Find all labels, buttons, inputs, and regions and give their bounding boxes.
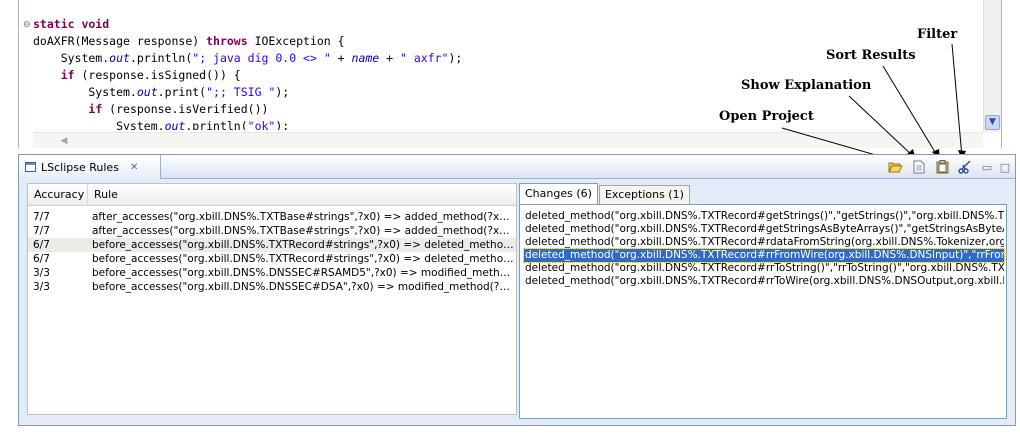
code-token: "; java dig 0.0 <> " [192, 51, 331, 65]
code-token: ); [275, 119, 290, 130]
accuracy-cell: 3/3 [33, 281, 50, 293]
code-token: ); [275, 85, 290, 99]
table-row[interactable]: 3/3 before_accesses("org.xbill.DNS%.DNSSE… [28, 280, 516, 294]
code-token: .print( [157, 85, 207, 99]
code-text[interactable]: static void doAXFR(Message response) thro… [33, 16, 981, 130]
changes-rows: deleted_method("org.xbill.DNS%.TXTRecord… [523, 210, 1005, 288]
rules-rows: 7/7 after_accesses("org.xbill.DNS%.TXTBas… [28, 210, 516, 294]
code-token: ); [448, 51, 463, 65]
code-editor[interactable]: static void doAXFR(Message response) thro… [18, 0, 1002, 148]
close-icon[interactable]: ✕ [130, 162, 138, 173]
code-token: static void [33, 17, 110, 31]
column-rule[interactable]: Rule [88, 184, 516, 205]
code-token: (response.isSigned()) { [74, 68, 241, 82]
code-token: out [109, 51, 130, 65]
rule-cell: before_accesses("org.xbill.DNS%.TXTRecor… [92, 253, 516, 265]
maximize-icon[interactable]: □ [997, 159, 1013, 175]
accuracy-cell: 3/3 [33, 267, 50, 279]
scroll-left-icon[interactable]: ◀ [57, 134, 71, 148]
code-token: if [88, 102, 103, 116]
document-icon[interactable] [911, 159, 927, 175]
details-tabs: Changes (6) Exceptions (1) [519, 183, 691, 205]
folder-open-icon[interactable] [887, 159, 903, 175]
annotation-sort-results: Sort Results [826, 48, 916, 63]
code-token: name [351, 51, 380, 65]
rule-cell: before_accesses("org.xbill.DNS%.DNSSEC#R… [92, 267, 516, 279]
code-token: IOException { [247, 34, 345, 48]
annotation-show-explanation: Show Explanation [741, 78, 872, 93]
table-row[interactable]: 3/3 before_accesses("org.xbill.DNS%.DNSSE… [28, 266, 516, 280]
scroll-down-icon[interactable]: ▼ [985, 115, 1000, 130]
table-row[interactable]: 7/7 after_accesses("org.xbill.DNS%.TXTBas… [28, 210, 516, 224]
clipboard-icon[interactable] [934, 159, 950, 175]
code-token: .println( [185, 119, 248, 130]
column-accuracy[interactable]: Accuracy [28, 184, 88, 205]
tab-label: LSclipse Rules [41, 160, 119, 174]
list-item[interactable]: deleted_method("org.xbill.DNS%.TXTRecord… [524, 262, 1004, 275]
code-token: System. [33, 85, 137, 99]
tab-changes[interactable]: Changes (6) [519, 183, 598, 205]
accuracy-cell: 7/7 [33, 211, 50, 223]
code-token: System. [33, 51, 110, 65]
code-token: (response.isVerified()) [102, 102, 269, 116]
rule-cell: after_accesses("org.xbill.DNS%.TXTBase#s… [92, 225, 516, 237]
table-row[interactable]: 6/7 before_accesses("org.xbill.DNS%.TXTRe… [28, 252, 516, 266]
annotation-open-project: Open Project [719, 109, 814, 124]
accuracy-cell: 7/7 [33, 225, 50, 237]
editor-horizontal-scrollbar[interactable]: ◀ [33, 132, 983, 148]
list-item[interactable]: deleted_method("org.xbill.DNS%.TXTRecord… [524, 210, 1004, 223]
view-icon [25, 162, 36, 172]
code-token: if [60, 68, 75, 82]
code-token: " axfr" [400, 51, 449, 65]
bottom-strip [0, 426, 1020, 436]
list-item[interactable]: deleted_method("org.xbill.DNS%.TXTRecord… [524, 236, 1004, 249]
editor-vertical-scrollbar[interactable]: ▼ [983, 0, 1001, 132]
rules-table[interactable]: Accuracy Rule 7/7 after_accesses("org.xbi… [27, 183, 517, 415]
list-item[interactable]: deleted_method("org.xbill.DNS%.TXTRecord… [524, 223, 1004, 236]
code-token: + [379, 51, 401, 65]
code-token: out [136, 85, 158, 99]
minimize-icon[interactable]: ▭ [979, 159, 995, 175]
lsclipse-rules-view: LSclipse Rules ✕ ▭ □ Accuracy Rule 7/7 af… [18, 154, 1016, 426]
rule-cell: after_accesses("org.xbill.DNS%.TXTBase#s… [92, 211, 516, 223]
annotation-filter: Filter [917, 27, 958, 42]
rules-table-header: Accuracy Rule [28, 184, 516, 206]
details-panel: Changes (6) Exceptions (1) deleted_metho… [519, 183, 1007, 419]
code-token: "ok" [247, 119, 276, 130]
list-item[interactable]: deleted_method("org.xbill.DNS%.TXTRecord… [524, 275, 1004, 288]
code-token: throws [206, 34, 248, 48]
list-item[interactable]: deleted_method("org.xbill.DNS%.TXTRecord… [523, 248, 1005, 263]
view-tab-bar: LSclipse Rules ✕ ▭ □ [19, 155, 1015, 179]
code-line[interactable]: if (response.isVerified()) [33, 101, 981, 118]
table-row[interactable]: 6/7 before_accesses("org.xbill.DNS%.TXTRe… [28, 238, 516, 252]
tab-lsclipse-rules[interactable]: LSclipse Rules ✕ [19, 155, 161, 179]
changes-list[interactable]: deleted_method("org.xbill.DNS%.TXTRecord… [519, 204, 1007, 419]
code-token: ";; TSIG " [206, 85, 276, 99]
view-body: Accuracy Rule 7/7 after_accesses("org.xbi… [23, 183, 1011, 421]
code-line[interactable]: static void [33, 16, 981, 33]
rule-cell: before_accesses("org.xbill.DNS%.TXTRecor… [92, 239, 516, 251]
rule-cell: before_accesses("org.xbill.DNS%.DNSSEC#D… [92, 281, 516, 293]
accuracy-cell: 6/7 [33, 239, 50, 251]
scissors-icon[interactable] [957, 159, 973, 175]
accuracy-cell: 6/7 [33, 253, 50, 265]
code-line[interactable]: System.out.println("ok"); [33, 118, 981, 130]
code-token: + [330, 51, 352, 65]
code-token: .println( [129, 51, 193, 65]
code-token: System. [33, 119, 165, 130]
table-row[interactable]: 7/7 after_accesses("org.xbill.DNS%.TXTBas… [28, 224, 516, 238]
tab-exceptions[interactable]: Exceptions (1) [598, 185, 690, 205]
fold-collapse-icon[interactable]: ⊖ [23, 20, 31, 30]
code-token: doAXFR(Message response) [33, 34, 207, 48]
code-token: out [164, 119, 186, 130]
